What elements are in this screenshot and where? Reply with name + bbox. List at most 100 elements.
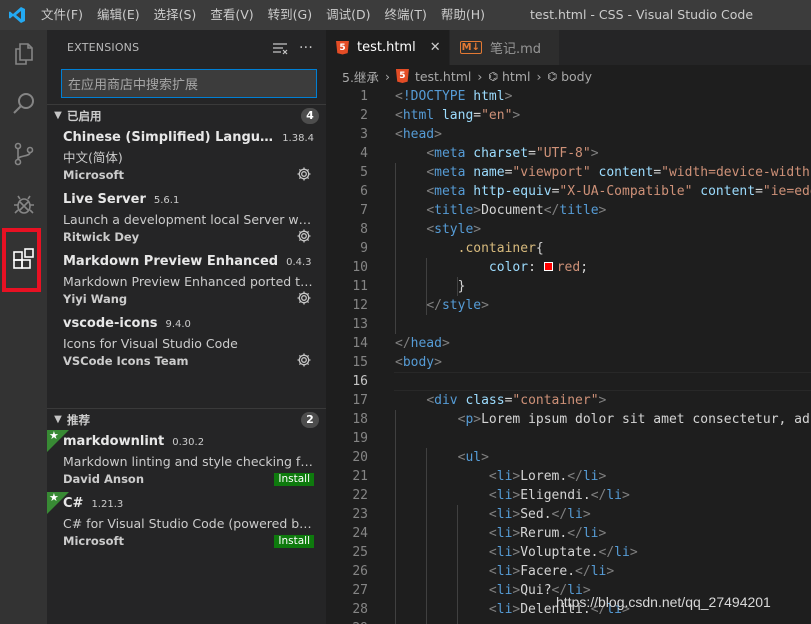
- close-icon[interactable]: ✕: [430, 40, 441, 55]
- token: Lorem ipsum dolor sit amet consectetur, …: [481, 412, 811, 427]
- html5-file-icon: 5: [395, 69, 409, 83]
- code-line: 14 </head>: [326, 334, 811, 353]
- extension-publisher: David Anson: [63, 472, 144, 486]
- token: !DOCTYPE: [402, 89, 466, 104]
- token: li: [496, 545, 513, 560]
- more-actions-icon[interactable]: ···: [296, 38, 316, 58]
- token: .container: [457, 241, 536, 256]
- token: li: [496, 526, 513, 541]
- explorer-icon[interactable]: [0, 30, 47, 78]
- token: li: [496, 564, 513, 579]
- install-button[interactable]: Install: [274, 473, 314, 486]
- token: http-equiv: [473, 184, 552, 199]
- section-enabled-header[interactable]: ▼ 已启用 4: [47, 104, 326, 126]
- gear-icon[interactable]: [296, 352, 312, 368]
- code-line: 22 <li>Eligendi.</li>: [326, 486, 811, 505]
- token: "ie=edg: [762, 184, 811, 199]
- section-recommended-label: 推荐: [67, 412, 90, 427]
- token: Eligendi.: [520, 488, 591, 503]
- line-number: 25: [352, 545, 368, 560]
- line-number: 16: [352, 374, 368, 389]
- extension-item-markdownlint[interactable]: ★ markdownlint 0.30.2 Markdown linting a…: [47, 429, 326, 492]
- menu-file[interactable]: 文件(F): [34, 0, 90, 30]
- section-recommended-count: 2: [301, 411, 319, 428]
- extension-item-live-server[interactable]: Live Server 5.6.1 Launch a development l…: [47, 188, 326, 250]
- breadcrumb-folder[interactable]: 5.继承: [342, 67, 379, 86]
- menu-view[interactable]: 查看(V): [203, 0, 260, 30]
- extension-description: 中文(简体): [63, 150, 123, 165]
- search-icon[interactable]: [0, 80, 47, 128]
- extension-version: 1.21.3: [91, 499, 124, 510]
- extension-publisher: Ritwick Dey: [63, 230, 140, 244]
- clear-extensions-icon[interactable]: [270, 38, 290, 58]
- extension-item-csharp[interactable]: ★ C# 1.21.3 C# for Visual Studio Code (p…: [47, 491, 326, 554]
- section-recommended-header[interactable]: ▼ 推荐 2: [47, 408, 326, 430]
- line-number: 15: [352, 355, 368, 370]
- code-editor[interactable]: 1 <!DOCTYPE html> 2 <html lang="en"> 3 <hea…: [326, 87, 811, 624]
- install-button[interactable]: Install: [274, 535, 314, 548]
- code-line: 7 <title>Document</title>: [326, 201, 811, 220]
- editor-tabs: 5 test.html ✕ M↓ 笔记.md: [326, 30, 811, 65]
- token: style: [434, 222, 474, 237]
- token: li: [614, 545, 630, 560]
- token: "UTF-8": [535, 146, 591, 161]
- menu-go[interactable]: 转到(G): [261, 0, 319, 30]
- menu-help[interactable]: 帮助(H): [434, 0, 492, 30]
- token: Qui?: [520, 583, 552, 598]
- tab-test-html[interactable]: 5 test.html ✕: [326, 30, 449, 65]
- extension-description: Markdown linting and style checking for …: [63, 454, 314, 469]
- extension-version: 0.30.2: [172, 437, 205, 448]
- code-line: 18 <p>Lorem ipsum dolor sit amet consect…: [326, 410, 811, 429]
- token: ul: [465, 450, 482, 465]
- code-line: 29: [326, 619, 811, 624]
- token: Facere.: [520, 564, 576, 579]
- menu-terminal[interactable]: 终端(T): [377, 0, 433, 30]
- token: li: [496, 469, 513, 484]
- token: red: [556, 260, 581, 275]
- token: li: [496, 507, 513, 522]
- line-number: 13: [352, 317, 368, 332]
- title-bar: 文件(F) 编辑(E) 选择(S) 查看(V) 转到(G) 调试(D) 终端(T…: [0, 0, 811, 30]
- code-line: 1 <!DOCTYPE html>: [326, 87, 811, 106]
- source-control-icon[interactable]: [0, 130, 47, 178]
- gear-icon[interactable]: [296, 228, 312, 244]
- sidebar-title: EXTENSIONS: [67, 41, 140, 54]
- extension-item-markdown-preview[interactable]: Markdown Preview Enhanced 0.4.3 Markdown…: [47, 250, 326, 312]
- token: name: [473, 165, 505, 180]
- line-number: 26: [352, 564, 368, 579]
- token: li: [582, 526, 599, 541]
- activity-bar: [0, 30, 47, 624]
- extensions-highlight-box: [2, 228, 41, 292]
- debug-icon[interactable]: [0, 180, 47, 228]
- tab-label: test.html: [357, 40, 416, 55]
- menu-selection[interactable]: 选择(S): [147, 0, 204, 30]
- current-line-highlight: [394, 372, 811, 391]
- gear-icon[interactable]: [296, 166, 312, 182]
- token: style: [441, 298, 482, 313]
- extension-item-vscode-icons[interactable]: vscode-icons 9.4.0 Icons for Visual Stud…: [47, 312, 326, 374]
- chevron-right-icon: ›: [536, 68, 542, 84]
- line-number: 8: [360, 222, 368, 237]
- token: class: [465, 393, 505, 408]
- menu-edit[interactable]: 编辑(E): [90, 0, 147, 30]
- token: "viewport": [512, 165, 591, 180]
- extension-version: 9.4.0: [165, 319, 191, 330]
- code-line-current: 16: [326, 372, 811, 391]
- breadcrumb-html[interactable]: html: [502, 69, 530, 84]
- extension-search-input[interactable]: 在应用商店中搜索扩展: [61, 69, 317, 98]
- line-number: 17: [352, 393, 368, 408]
- color-swatch[interactable]: [543, 262, 553, 271]
- menu-debug[interactable]: 调试(D): [319, 0, 377, 30]
- menu-bar: 文件(F) 编辑(E) 选择(S) 查看(V) 转到(G) 调试(D) 终端(T…: [34, 0, 492, 30]
- extension-item-chinese[interactable]: Chinese (Simplified) Language P... 1.38.…: [47, 126, 326, 188]
- token: content: [700, 184, 756, 199]
- token: html: [473, 89, 505, 104]
- gear-icon[interactable]: [296, 290, 312, 306]
- breadcrumb-file[interactable]: test.html: [415, 69, 471, 84]
- breadcrumb-body[interactable]: body: [561, 69, 592, 84]
- token: lang: [441, 108, 474, 123]
- html5-file-icon: 5: [336, 40, 349, 55]
- extension-description: C# for Visual Studio Code (powered by O.…: [63, 516, 314, 531]
- tab-notes-md[interactable]: M↓ 笔记.md: [448, 30, 560, 65]
